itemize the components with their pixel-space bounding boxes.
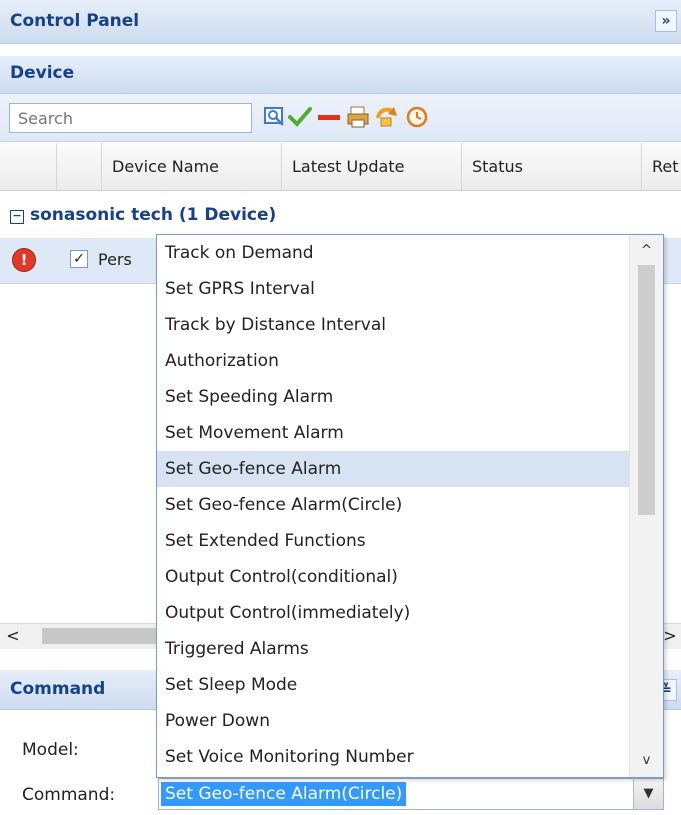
- device-group-row[interactable]: − sonasonic tech (1 Device): [10, 205, 276, 225]
- row-checkbox[interactable]: ✓: [70, 250, 88, 268]
- search-input[interactable]: [9, 103, 252, 133]
- dropdown-option[interactable]: Set Geo-fence Alarm(Circle): [157, 487, 629, 523]
- dropdown-option[interactable]: Output Control(immediately): [157, 595, 629, 631]
- collapse-panel-button[interactable]: »: [655, 10, 677, 32]
- alert-icon: !: [12, 248, 36, 272]
- minus-icon[interactable]: [316, 104, 342, 130]
- control-panel-header: Control Panel »: [0, 0, 681, 44]
- refresh-icon[interactable]: [374, 104, 400, 130]
- dropdown-option[interactable]: Track on Demand: [157, 235, 629, 271]
- command-dropdown-list[interactable]: Track on Demand Set GPRS Interval Track by…: [156, 234, 664, 778]
- column-header-ret[interactable]: Ret: [642, 143, 681, 191]
- device-panel-title: Device: [10, 63, 75, 83]
- control-panel-title: Control Panel: [10, 11, 140, 31]
- scroll-left-icon[interactable]: <: [2, 625, 24, 647]
- column-header-status[interactable]: Status: [462, 143, 642, 191]
- scroll-down-icon[interactable]: v: [630, 747, 663, 775]
- printer-icon[interactable]: [345, 104, 371, 130]
- checkmark-icon[interactable]: [287, 104, 313, 130]
- dropdown-option[interactable]: Set Sleep Mode: [157, 667, 629, 703]
- dropdown-option[interactable]: Authorization: [157, 343, 629, 379]
- dropdown-option[interactable]: Set Geo-fence Alarm: [157, 451, 629, 487]
- dropdown-option[interactable]: Power Down: [157, 703, 629, 739]
- vertical-scrollbar[interactable]: ^ v: [629, 235, 663, 777]
- device-name-cell: Pers: [98, 250, 132, 269]
- command-select[interactable]: Set Geo-fence Alarm(Circle) ▼: [158, 778, 664, 810]
- dropdown-option[interactable]: Track by Distance Interval: [157, 307, 629, 343]
- command-panel-title: Command: [10, 679, 106, 699]
- command-label: Command:: [22, 785, 116, 805]
- dropdown-option[interactable]: Output Control(conditional): [157, 559, 629, 595]
- dropdown-option[interactable]: Set Extended Functions: [157, 523, 629, 559]
- group-label: sonasonic tech (1 Device): [30, 205, 277, 225]
- vertical-scroll-thumb[interactable]: [638, 265, 655, 515]
- column-header-device-name[interactable]: Device Name: [102, 143, 282, 191]
- dropdown-option[interactable]: Triggered Alarms: [157, 631, 629, 667]
- dropdown-option[interactable]: Set GPRS Interval: [157, 271, 629, 307]
- column-header-latest-update[interactable]: Latest Update: [282, 143, 462, 191]
- dropdown-items: Track on Demand Set GPRS Interval Track by…: [157, 235, 629, 775]
- column-header-icon[interactable]: [0, 143, 57, 191]
- dropdown-option[interactable]: Set Speeding Alarm: [157, 379, 629, 415]
- device-toolbar: [0, 94, 681, 142]
- horizontal-scroll-thumb[interactable]: [42, 628, 158, 644]
- dropdown-option[interactable]: Set Movement Alarm: [157, 415, 629, 451]
- scroll-up-icon[interactable]: ^: [630, 237, 663, 265]
- model-label: Model:: [22, 740, 79, 760]
- locate-icon[interactable]: [262, 104, 288, 130]
- command-select-value[interactable]: Set Geo-fence Alarm(Circle): [159, 781, 408, 807]
- group-collapse-icon[interactable]: −: [10, 210, 24, 224]
- grid-header: Device Name Latest Update Status Ret: [0, 143, 681, 191]
- chevron-down-icon[interactable]: ▼: [633, 779, 663, 809]
- column-header-check[interactable]: [57, 143, 102, 191]
- clock-icon[interactable]: [404, 104, 430, 130]
- dropdown-option[interactable]: Set Voice Monitoring Number: [157, 739, 629, 775]
- device-panel-header: Device: [0, 56, 681, 94]
